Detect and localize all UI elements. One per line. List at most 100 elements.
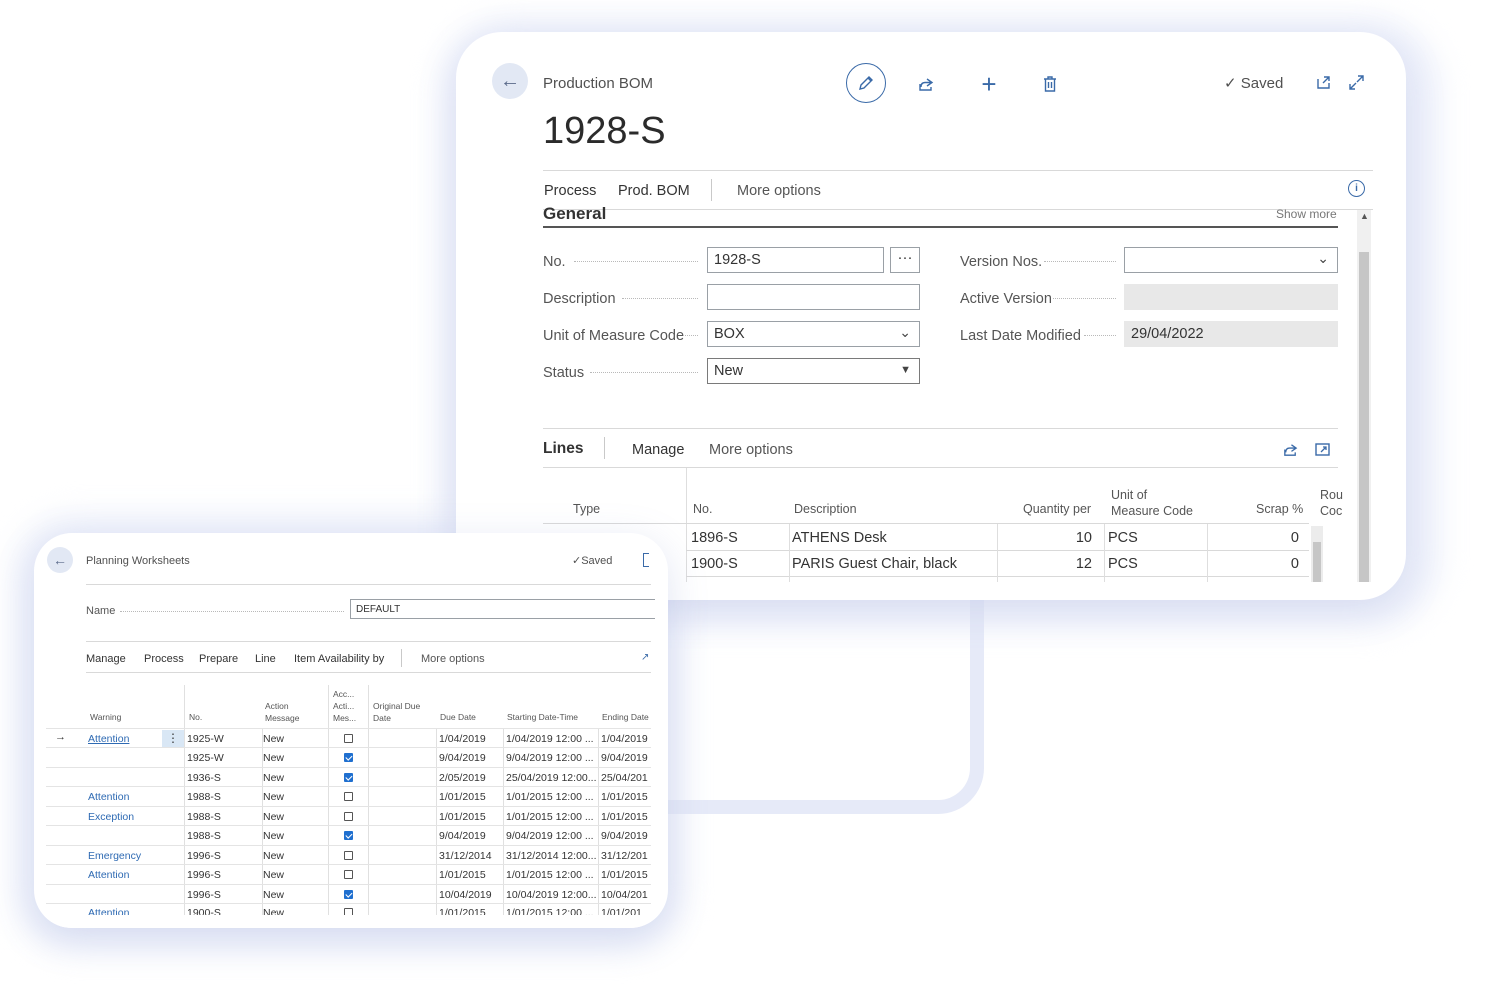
show-more-link[interactable]: Show more [1276,207,1337,221]
item-no: 1925-W [187,733,224,745]
saved-label: Saved [1240,75,1284,92]
status-select[interactable]: New ▼ [707,358,920,384]
accept-action-checkbox[interactable] [344,792,353,801]
due-date: 2/05/2019 [439,772,486,784]
col-header-routing-line1: Rou [1320,488,1343,502]
action-message: New [263,889,285,901]
dotted-leader [590,372,698,374]
action-item-availability[interactable]: Item Availability by [294,653,384,665]
action-prepare[interactable]: Prepare [199,653,238,665]
action-more-options[interactable]: More options [421,653,485,665]
col-header-scrap[interactable]: Scrap % [1256,501,1303,517]
col-header-quantity-per[interactable]: Quantity per [1023,501,1091,517]
uom-dropdown[interactable]: BOX ⌄ [707,321,920,347]
status-label: Status [543,365,585,381]
action-more-options[interactable]: More options [737,183,821,199]
divider [711,179,712,201]
share-icon[interactable]: ↗ [641,652,649,663]
focus-mode-icon [1314,442,1330,456]
page-scrollbar-thumb[interactable] [1359,252,1369,582]
col-header-no[interactable]: No. [693,501,712,517]
open-new-window-button[interactable] [1313,72,1333,92]
accept-action-checkbox[interactable] [344,890,353,899]
grid-line [598,728,599,915]
warning-link[interactable]: Attention [88,733,129,745]
warning-link[interactable]: Exception [88,811,134,823]
no-assist-button[interactable]: ··· [890,247,920,273]
expand-button[interactable] [1346,72,1366,92]
col-header-original-due-date[interactable]: Original Due Date [373,700,420,724]
lines-action-manage[interactable]: Manage [632,442,684,458]
dotted-leader [1044,261,1116,263]
description-field[interactable] [707,284,920,310]
warning-link[interactable]: Attention [88,869,129,881]
starting-date-time: 1/01/2015 12:00 ... [506,791,594,803]
col-header-due-date[interactable]: Due Date [440,711,476,723]
accept-action-checkbox[interactable] [344,812,353,821]
warning-link[interactable]: Attention [88,791,129,803]
ending-date: 1/01/2015 [601,791,648,803]
accept-action-checkbox[interactable] [344,773,353,782]
accept-action-checkbox[interactable] [344,851,353,860]
col-header-routing-line2: Coc [1320,504,1343,518]
share-button[interactable] [914,72,938,96]
action-manage[interactable]: Manage [86,653,126,665]
col-header-starting-date-time[interactable]: Starting Date-Time [507,711,578,723]
divider [401,649,402,667]
dotted-leader [120,611,344,613]
no-field[interactable]: 1928-S [707,247,884,273]
lines-action-more-options[interactable]: More options [709,442,793,458]
action-line[interactable]: Line [255,653,276,665]
edit-button[interactable] [846,63,886,103]
action-process[interactable]: Process [144,653,184,665]
ending-date: 9/04/2019 [601,830,648,842]
section-general-title[interactable]: General [543,204,606,224]
line-no: 1900-S [691,556,738,572]
col-header-type[interactable]: Type [573,501,600,517]
lines-share-button[interactable] [1280,439,1300,459]
ending-date: 1/01/2015 [601,811,648,823]
action-process[interactable]: Process [544,183,596,199]
accept-action-checkbox[interactable] [344,870,353,879]
new-button[interactable]: + [976,69,1002,99]
info-icon[interactable]: i [1348,180,1365,197]
open-new-window-icon[interactable] [643,553,649,567]
grid-line [1104,524,1105,582]
ending-date: 9/04/2019 [601,752,648,764]
grid-line [789,524,790,582]
item-no: 1988-S [187,791,221,803]
col-header-routing[interactable]: Rou Coc [1320,487,1343,519]
line-no: 1896-S [691,530,738,546]
lines-focus-button[interactable] [1312,439,1332,459]
no-label: No. [543,254,566,270]
uom-value: BOX [714,326,745,342]
accept-action-checkbox[interactable] [344,753,353,762]
warning-link[interactable]: Emergency [88,850,141,862]
delete-button[interactable] [1038,72,1062,96]
accept-action-checkbox[interactable] [344,831,353,840]
lines-scrollbar-thumb[interactable] [1313,542,1321,582]
line-scrap: 0 [1290,556,1299,572]
col-header-action-message[interactable]: Action Message [265,700,300,724]
accept-action-checkbox[interactable] [344,734,353,743]
col-header-description[interactable]: Description [794,501,857,517]
col-header-no[interactable]: No. [189,711,202,723]
grid-line [184,685,185,915]
row-actions-menu-icon[interactable]: ⋮ [162,730,184,747]
col-header-warning[interactable]: Warning [90,711,121,723]
action-prod-bom[interactable]: Prod. BOM [618,183,690,199]
col-header-ending-date[interactable]: Ending Date [602,711,649,723]
col-header-uom[interactable]: Unit of Measure Code [1111,487,1193,519]
name-field[interactable]: DEFAULT [350,599,655,619]
col-header-accept-action[interactable]: Acc... Acti... Mes... [333,688,356,724]
ending-date: 1/01/2015 [601,869,648,881]
starting-date-time: 9/04/2019 12:00 ... [506,752,594,764]
last-date-modified-field: 29/04/2022 [1124,321,1338,347]
version-nos-dropdown[interactable]: ⌄ [1124,247,1338,273]
divider [543,170,1373,171]
scroll-up-arrow-icon[interactable]: ▲ [1360,211,1369,221]
dotted-leader [574,261,698,263]
back-button[interactable]: ← [492,63,528,99]
back-button[interactable]: ← [47,547,73,573]
action-message: New [263,869,285,881]
